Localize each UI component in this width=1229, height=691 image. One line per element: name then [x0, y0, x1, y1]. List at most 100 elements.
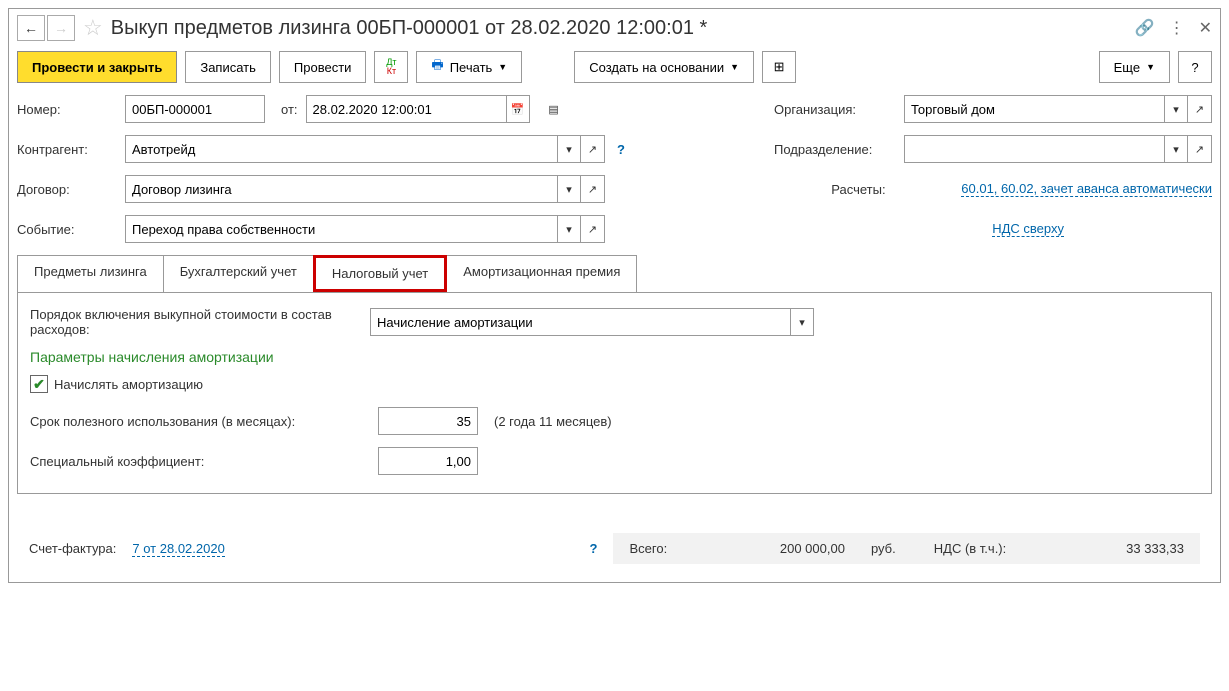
title-actions: 🔗 ⋮ ✕ [1135, 18, 1212, 38]
printer-icon: 🖶 [431, 56, 443, 78]
row-order: Порядок включения выкупной стоимости в с… [30, 307, 1199, 337]
write-button[interactable]: Записать [185, 51, 271, 83]
row-coef: Специальный коэффициент: [30, 447, 1199, 475]
currency: руб. [871, 541, 896, 556]
print-button[interactable]: 🖶 Печать ▼ [416, 51, 522, 83]
calendar-icon[interactable]: 📅 [506, 95, 530, 123]
help-icon[interactable]: ? [590, 541, 598, 556]
total-value: 200 000,00 [685, 541, 853, 556]
form-area: Номер: от: 📅 ▤ Организация: ▾ ↗ Контраге… [9, 95, 1220, 582]
coef-label: Специальный коэффициент: [30, 454, 370, 469]
footer: Счет-фактура: 7 от 28.02.2020 ? Всего: 2… [17, 522, 1212, 574]
org-input[interactable] [904, 95, 1164, 123]
post-and-close-button[interactable]: Провести и закрыть [17, 51, 177, 83]
window: ← → ☆ Выкуп предметов лизинга 00БП-00000… [8, 8, 1221, 583]
list-icon[interactable]: ▤ [542, 95, 566, 123]
row-event: Событие: ▾ ↗ НДС сверху [17, 215, 1212, 243]
vat-link[interactable]: НДС сверху [992, 221, 1064, 237]
number-label: Номер: [17, 102, 117, 117]
open-icon[interactable]: ↗ [581, 135, 605, 163]
contract-input[interactable] [125, 175, 557, 203]
chevron-down-icon[interactable]: ▾ [557, 175, 581, 203]
nav-buttons: ← → [17, 15, 75, 41]
term-hint: (2 года 11 месяцев) [494, 414, 612, 429]
number-input[interactable] [125, 95, 265, 123]
chevron-down-icon: ▼ [730, 62, 739, 72]
tab-content-tax: Порядок включения выкупной стоимости в с… [17, 293, 1212, 494]
checkbox-label: Начислять амортизацию [54, 377, 203, 392]
contract-input-group: ▾ ↗ [125, 175, 605, 203]
invoice-label: Счет-фактура: [29, 541, 116, 556]
chevron-down-icon: ▼ [498, 62, 507, 72]
help-icon[interactable]: ? [617, 142, 625, 157]
link-icon[interactable]: 🔗 [1135, 18, 1155, 38]
page-title: Выкуп предметов лизинга 00БП-000001 от 2… [111, 17, 1129, 40]
more-label: Еще [1114, 60, 1140, 75]
chevron-down-icon[interactable]: ▾ [1164, 95, 1188, 123]
dt-kt-button[interactable]: ДтКт [374, 51, 408, 83]
check-icon: ✔ [33, 376, 45, 393]
structure-button[interactable]: ⊞ [762, 51, 796, 83]
more-button[interactable]: Еще ▼ [1099, 51, 1170, 83]
total-label: Всего: [629, 541, 667, 556]
vat-value: 33 333,33 [1024, 541, 1184, 556]
row-number: Номер: от: 📅 ▤ Организация: ▾ ↗ [17, 95, 1212, 123]
subdiv-input[interactable] [904, 135, 1164, 163]
from-label: от: [281, 102, 298, 117]
event-input-group: ▾ ↗ [125, 215, 605, 243]
titlebar: ← → ☆ Выкуп предметов лизинга 00БП-00000… [9, 9, 1220, 47]
open-icon[interactable]: ↗ [581, 175, 605, 203]
close-icon[interactable]: ✕ [1199, 18, 1212, 38]
org-label: Организация: [774, 102, 896, 117]
term-label: Срок полезного использования (в месяцах)… [30, 414, 370, 429]
contract-label: Договор: [17, 182, 117, 197]
open-icon[interactable]: ↗ [581, 215, 605, 243]
calc-label: Расчеты: [831, 182, 953, 197]
print-label: Печать [450, 60, 493, 75]
create-based-button[interactable]: Создать на основании ▼ [574, 51, 754, 83]
coef-input[interactable] [378, 447, 478, 475]
order-input[interactable] [370, 308, 790, 336]
favorite-icon[interactable]: ☆ [83, 15, 103, 41]
row-term: Срок полезного использования (в месяцах)… [30, 407, 1199, 435]
open-icon[interactable]: ↗ [1188, 95, 1212, 123]
tab-tax[interactable]: Налоговый учет [313, 255, 447, 292]
post-button[interactable]: Провести [279, 51, 367, 83]
vat-label: НДС (в т.ч.): [934, 541, 1007, 556]
invoice-link[interactable]: 7 от 28.02.2020 [132, 541, 224, 557]
order-input-group: ▾ [370, 308, 814, 336]
date-input-group: 📅 [306, 95, 530, 123]
chevron-down-icon[interactable]: ▾ [557, 135, 581, 163]
tab-leasing-items[interactable]: Предметы лизинга [17, 255, 164, 292]
help-button[interactable]: ? [1178, 51, 1212, 83]
checkbox-row: ✔ Начислять амортизацию [30, 375, 1199, 393]
row-contract: Договор: ▾ ↗ Расчеты: 60.01, 60.02, заче… [17, 175, 1212, 203]
footer-totals: Всего: 200 000,00 руб. НДС (в т.ч.): 33 … [613, 533, 1200, 564]
back-button[interactable]: ← [17, 15, 45, 41]
tab-depreciation-bonus[interactable]: Амортизационная премия [446, 255, 637, 292]
dt-kt-icon: ДтКт [386, 58, 396, 76]
calc-link[interactable]: 60.01, 60.02, зачет аванса автоматически [961, 181, 1212, 197]
hierarchy-icon: ⊞ [774, 59, 785, 75]
counterparty-input-group: ▾ ↗ [125, 135, 605, 163]
create-based-label: Создать на основании [589, 60, 724, 75]
row-counterparty: Контрагент: ▾ ↗ ? Подразделение: ▾ ↗ [17, 135, 1212, 163]
org-input-group: ▾ ↗ [904, 95, 1212, 123]
open-icon[interactable]: ↗ [1188, 135, 1212, 163]
chevron-down-icon: ▼ [1146, 62, 1155, 72]
forward-button[interactable]: → [47, 15, 75, 41]
date-input[interactable] [306, 95, 506, 123]
chevron-down-icon[interactable]: ▾ [557, 215, 581, 243]
tab-accounting[interactable]: Бухгалтерский учет [163, 255, 314, 292]
kebab-icon[interactable]: ⋮ [1169, 18, 1185, 38]
chevron-down-icon[interactable]: ▾ [1164, 135, 1188, 163]
event-input[interactable] [125, 215, 557, 243]
order-label: Порядок включения выкупной стоимости в с… [30, 307, 362, 337]
chevron-down-icon[interactable]: ▾ [790, 308, 814, 336]
subdiv-input-group: ▾ ↗ [904, 135, 1212, 163]
counterparty-label: Контрагент: [17, 142, 117, 157]
subdiv-label: Подразделение: [774, 142, 896, 157]
term-input[interactable] [378, 407, 478, 435]
depreciation-checkbox[interactable]: ✔ [30, 375, 48, 393]
counterparty-input[interactable] [125, 135, 557, 163]
